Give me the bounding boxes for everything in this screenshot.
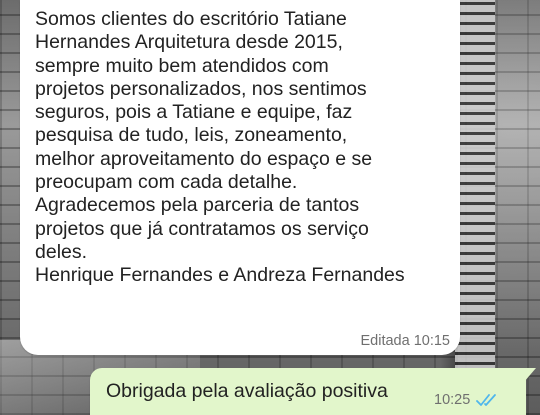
incoming-message-bubble[interactable]: Somos clientes do escritório Tatiane Her… [20,0,460,355]
double-check-read-icon [476,394,497,406]
outgoing-message-time: 10:25 [434,392,471,408]
outgoing-message-bubble[interactable]: Obrigada pela avaliação positiva 10:25 [90,368,536,415]
outgoing-message-meta: 10:25 [434,392,502,408]
outgoing-bubble-tail [524,368,536,382]
incoming-message-text: Somos clientes do escritório Tatiane Her… [35,8,405,287]
incoming-message-meta: Editada 10:15 [360,333,451,349]
wallpaper-stairs [455,0,495,415]
